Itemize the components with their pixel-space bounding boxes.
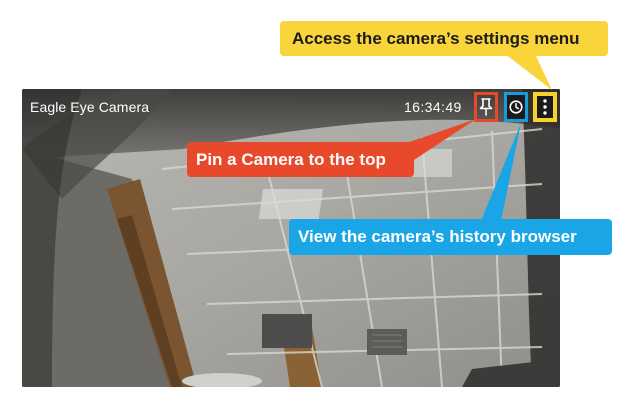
history-callout: View the camera’s history browser <box>289 219 612 255</box>
settings-callout: Access the camera’s settings menu <box>280 21 608 56</box>
settings-callout-pointer <box>505 54 552 90</box>
history-callout-pointer <box>481 123 521 221</box>
callout-pointers <box>398 54 552 221</box>
pin-callout: Pin a Camera to the top <box>187 142 414 177</box>
annotated-screenshot: Eagle Eye Camera 16:34:49 Access the cam… <box>0 0 633 410</box>
